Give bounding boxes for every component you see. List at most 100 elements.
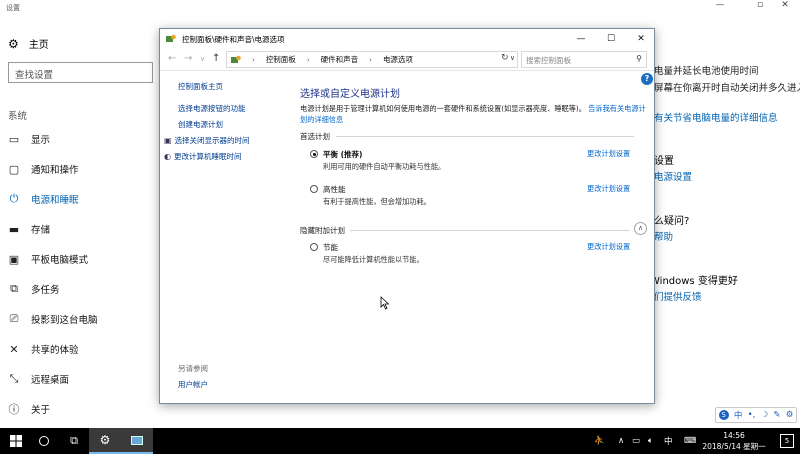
nav-item-notifications[interactable]: ▢ 通知和操作 xyxy=(8,162,79,177)
ime-indicator[interactable]: 中 xyxy=(664,428,673,454)
home-nav[interactable]: ⚙ 主页 xyxy=(8,36,49,52)
breadcrumb-item[interactable]: 硬件和声音 xyxy=(321,54,359,65)
display-off-link[interactable]: ▣ 选择关闭显示器的时间 xyxy=(164,135,250,146)
nav-item-tablet-mode[interactable]: ▣ 平板电脑模式 xyxy=(8,252,89,267)
notification-count: 5 xyxy=(784,437,790,445)
action-center-button[interactable]: 5 xyxy=(780,434,794,448)
change-plan-settings-link[interactable]: 更改计划设置 xyxy=(587,242,630,252)
nav-item-remote-desktop[interactable]: ⤡ 远程桌面 xyxy=(8,372,69,386)
gear-icon: ⚙ xyxy=(8,36,19,51)
settings-taskbar-button[interactable]: ⚙ xyxy=(89,428,121,454)
pen-icon[interactable]: ✎ xyxy=(773,410,780,420)
task-view-button[interactable]: ⧉ xyxy=(58,428,90,454)
questions-heading: 么疑问? xyxy=(654,216,690,227)
close-button[interactable]: ✕ xyxy=(765,0,800,14)
plan-radio[interactable] xyxy=(310,150,318,158)
feedback-heading: Windows 变得更好 xyxy=(650,276,738,287)
show-hidden-icons[interactable]: ∧ xyxy=(618,428,624,454)
sleep-time-link[interactable]: ◐ 更改计算机睡眠时间 xyxy=(164,151,241,162)
related-settings-heading: 设置 xyxy=(654,156,674,167)
remote-icon: ⤡ xyxy=(9,372,19,385)
gear-icon[interactable]: ⚙ xyxy=(786,410,794,420)
section-label: 隐藏附加计划 xyxy=(300,226,345,235)
search-button[interactable] xyxy=(28,428,60,454)
people-icon[interactable]: ⛹ xyxy=(594,428,605,454)
nav-label: 多任务 xyxy=(31,285,60,296)
nav-label: 共享的体验 xyxy=(31,345,79,356)
nav-item-about[interactable]: ⓘ 关于 xyxy=(8,402,51,416)
forward-arrow-icon[interactable]: → xyxy=(184,53,192,64)
close-button[interactable]: ✕ xyxy=(626,29,656,49)
gear-icon: ⚙ xyxy=(99,433,111,447)
plan-name[interactable]: 节能 xyxy=(323,242,338,253)
see-also-label: 另请参阅 xyxy=(178,364,208,373)
control-panel-icon xyxy=(131,435,143,445)
home-label: 主页 xyxy=(28,40,49,51)
minimize-button[interactable]: — xyxy=(566,29,596,49)
control-panel-icon xyxy=(231,55,241,63)
nav-item-display[interactable]: ▭ 显示 xyxy=(8,132,51,147)
nav-item-multitasking[interactable]: ⧉ 多任务 xyxy=(8,282,60,296)
collapse-chevron-icon[interactable]: ∧ xyxy=(634,222,647,235)
nav-label: 显示 xyxy=(31,135,51,146)
related-text: 屏幕在你离开时自动关闭并多久进入睡 xyxy=(654,83,800,94)
ime-mode[interactable]: 中 xyxy=(734,409,743,421)
nav-label: 电源和睡眠 xyxy=(31,195,79,206)
power-icon: ⏻ xyxy=(9,192,19,205)
chevron-right-icon: › xyxy=(252,55,255,64)
control-panel-window: 控制面板\硬件和声音\电源选项 — ☐ ✕ ← → ∨ ↑ › 控制面板 › 硬… xyxy=(159,28,655,404)
breadcrumb-item[interactable]: 电源选项 xyxy=(383,54,413,65)
recent-dropdown-icon[interactable]: ∨ xyxy=(200,55,205,63)
moon-icon[interactable]: ☽ xyxy=(761,410,769,420)
control-panel-home-link[interactable]: 控制面板主页 xyxy=(178,81,223,92)
help-icon[interactable]: ? xyxy=(641,73,653,85)
nav-item-power-sleep[interactable]: ⏻ 电源和睡眠 xyxy=(8,192,79,206)
chevron-down-icon[interactable]: ∨ xyxy=(510,54,515,62)
breadcrumb-item[interactable]: 控制面板 xyxy=(266,54,296,65)
search-icon[interactable]: ⚲ xyxy=(636,54,642,63)
plan-radio[interactable] xyxy=(310,243,318,251)
up-arrow-icon[interactable]: ↑ xyxy=(212,53,220,64)
plan-description: 有利于提高性能，但会增加功耗。 xyxy=(323,197,431,206)
description-text: 电源计划是用于管理计算机如何使用电源的一套硬件和系统设置(如显示器亮度、睡眠等)… xyxy=(300,104,586,113)
back-arrow-icon[interactable]: ← xyxy=(168,53,176,64)
minimize-button[interactable]: — xyxy=(700,0,740,14)
refresh-icon[interactable]: ↻ xyxy=(501,53,509,63)
energy-info-link[interactable]: 有关节省电脑电量的详细信息 xyxy=(654,110,778,124)
power-button-link[interactable]: 选择电源按钮的功能 xyxy=(178,103,246,114)
clock[interactable]: 14:56 2018/5/14 星期一 xyxy=(701,430,767,452)
chevron-right-icon: › xyxy=(369,55,372,64)
maximize-button[interactable]: ☐ xyxy=(596,29,626,49)
ime-toolbar[interactable]: S 中 •, ☽ ✎ ⚙ xyxy=(715,407,797,423)
change-plan-settings-link[interactable]: 更改计划设置 xyxy=(587,149,630,159)
windows-logo-icon xyxy=(10,435,22,447)
volume-icon[interactable]: 🔈︎ xyxy=(648,428,653,454)
keyboard-icon[interactable]: ⌨ xyxy=(684,428,696,454)
settings-search-input[interactable]: 查找设置 xyxy=(8,62,153,83)
change-plan-settings-link[interactable]: 更改计划设置 xyxy=(587,184,630,194)
control-panel-taskbar-button[interactable] xyxy=(121,428,153,454)
user-accounts-link[interactable]: 用户帐户 xyxy=(178,379,208,390)
section-label: 系统 xyxy=(8,111,28,122)
nav-label: 平板电脑模式 xyxy=(31,255,89,266)
create-plan-link[interactable]: 创建电源计划 xyxy=(178,119,223,130)
nav-item-shared-experiences[interactable]: ✕ 共享的体验 xyxy=(8,342,79,357)
power-settings-link[interactable]: 电源设置 xyxy=(654,169,692,183)
plan-name[interactable]: 高性能 xyxy=(323,184,346,195)
share-icon: ✕ xyxy=(9,342,19,356)
control-panel-search-input[interactable]: 搜索控制面板 ⚲ xyxy=(521,51,647,68)
plan-name[interactable]: 平衡 (推荐) xyxy=(323,149,362,160)
control-panel-icon xyxy=(166,34,176,42)
network-icon[interactable]: ▭ xyxy=(632,428,640,454)
feedback-link[interactable]: 们提供反馈 xyxy=(654,289,702,303)
nav-item-storage[interactable]: ▬ 存储 xyxy=(8,222,50,237)
plan-radio[interactable] xyxy=(310,185,318,193)
ime-logo-icon: S xyxy=(718,410,729,420)
help-link[interactable]: 帮助 xyxy=(654,229,673,243)
moon-icon: ◐ xyxy=(164,152,171,161)
project-icon: ⎚ xyxy=(9,312,19,325)
nav-item-project[interactable]: ⎚ 投影到这台电脑 xyxy=(8,312,98,326)
punctuation-icon[interactable]: •, xyxy=(748,410,756,420)
message-icon: ▢ xyxy=(8,162,20,176)
address-bar[interactable]: › 控制面板 › 硬件和声音 › 电源选项 ∨ xyxy=(226,51,518,68)
